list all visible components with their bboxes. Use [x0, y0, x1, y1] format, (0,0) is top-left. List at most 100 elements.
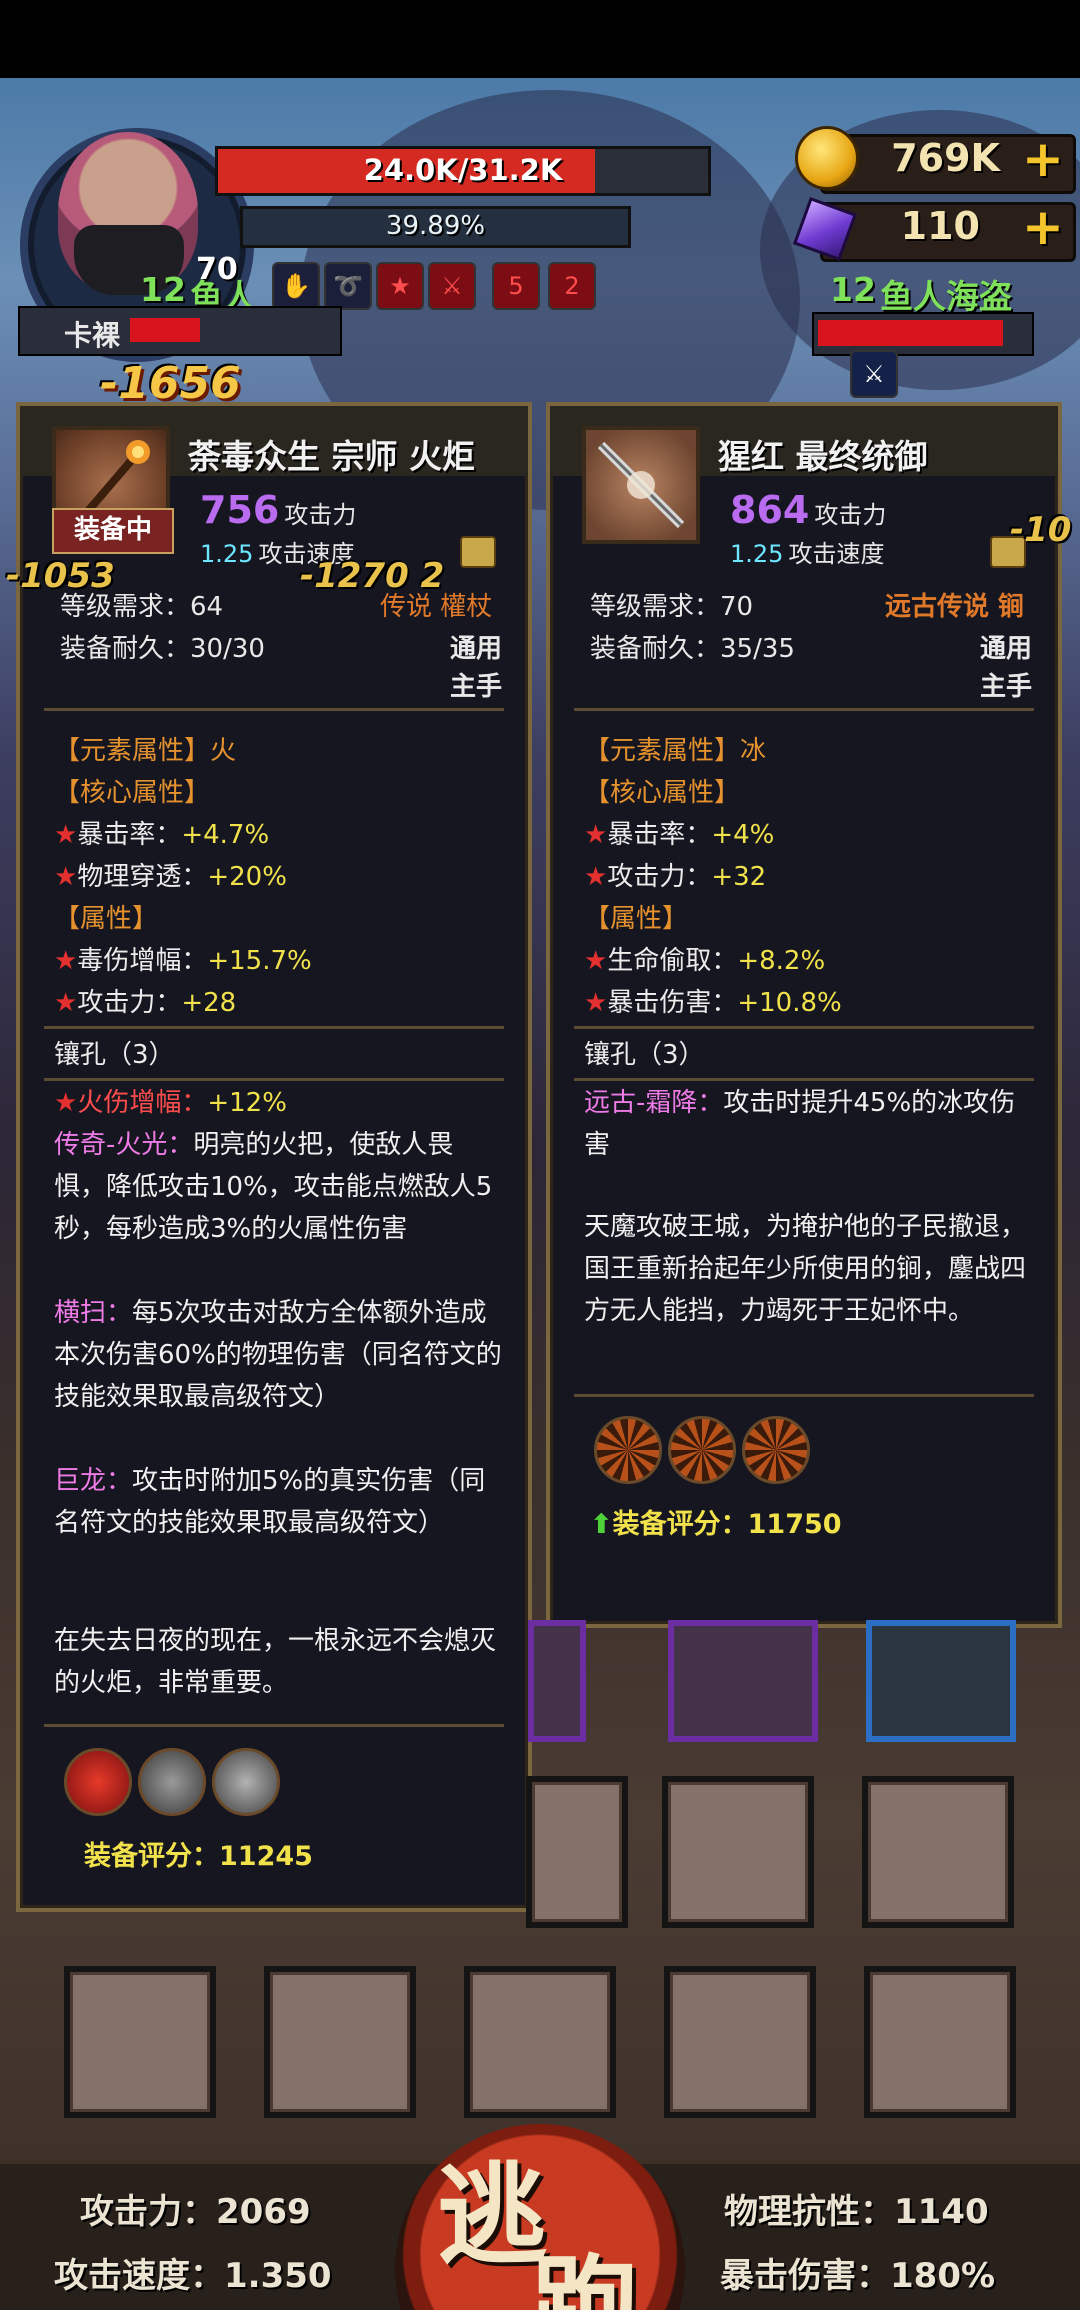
enemy-hp-fill — [818, 320, 1004, 346]
attack-stat: 864 攻击力 — [730, 488, 886, 532]
attributes-list: 【元素属性】火 【核心属性】 ★暴击率：+4.7% ★物理穿透：+20% 【属性… — [54, 730, 514, 1024]
add-gems-button[interactable]: + — [1022, 202, 1064, 252]
attr-header: 【属性】 — [54, 904, 159, 934]
level-req-value: 64 — [190, 592, 224, 622]
enemy-label: 卡裸 — [64, 319, 121, 352]
divider — [574, 1026, 1034, 1029]
item-score: ⬆装备评分：11750 — [590, 1502, 842, 1541]
durability-value: 35/35 — [720, 634, 795, 664]
element-attribute: 【元素属性】冰 — [584, 736, 767, 766]
hand-down-icon[interactable]: ✋ — [272, 262, 320, 310]
star-icon: ★ — [584, 988, 608, 1018]
score-label: 装备评分： — [612, 1509, 748, 1540]
stat-phys-res: 物理抗性：1140 — [724, 2184, 989, 2233]
core-attr-2: ★攻击力：+32 — [584, 856, 1044, 898]
hit-2-icon[interactable]: 2 — [548, 262, 596, 310]
rune-empty-icon[interactable] — [594, 1416, 662, 1484]
swirl-icon[interactable]: ➰ — [324, 262, 372, 310]
attr-1: ★生命偷取：+8.2% — [584, 940, 1044, 982]
attr-value: +4% — [711, 820, 775, 850]
attr-value: +12% — [207, 1088, 287, 1118]
level-req-value: 70 — [720, 592, 754, 622]
skill-1: 远古-霜降：攻击时提升45%的冰攻伤害 — [584, 1082, 1034, 1166]
star-icon: ★ — [54, 988, 78, 1018]
attr-label: 生命偷取： — [607, 946, 738, 976]
usage-label: 通用 — [980, 634, 1033, 664]
equipped-slot[interactable] — [866, 1620, 1016, 1742]
inventory-slot[interactable] — [464, 1966, 616, 2118]
right-item-card[interactable]: 猩红 最终统御 864 攻击力 1.25 攻击速度 -10 等级需求：70 远古… — [546, 402, 1071, 1628]
durability: 装备耐久：30/30 — [60, 628, 265, 665]
left-item-card[interactable]: 荼毒众生 宗师 火炬 装备中 756 攻击力 1.25 攻击速度 -1053 -… — [6, 402, 532, 1912]
score-value: 11750 — [747, 1509, 842, 1540]
attr-label: 暴击率： — [77, 820, 182, 850]
attr-2: ★攻击力：+28 — [54, 982, 514, 1024]
socket-label: 镶孔（3） — [584, 1040, 705, 1070]
level-requirement: 等级需求：70 — [590, 586, 753, 623]
attr-1: ★毒伤增幅：+15.7% — [54, 940, 514, 982]
inventory-slot[interactable] — [664, 1966, 816, 2118]
divider — [44, 708, 504, 711]
element-attribute: 【元素属性】火 — [54, 736, 237, 766]
speed-stat: 1.25 攻击速度 — [730, 534, 885, 569]
inventory-slot[interactable] — [864, 1966, 1016, 2118]
attr-label: 物理穿透： — [77, 862, 208, 892]
attr-value: +15.7% — [207, 946, 312, 976]
blade-5-icon[interactable]: 5 — [492, 262, 540, 310]
attributes-list: 【元素属性】冰 【核心属性】 ★暴击率：+4% ★攻击力：+32 【属性】 ★生… — [584, 730, 1044, 1024]
attr-value: +8.2% — [737, 946, 826, 976]
divider — [574, 1078, 1034, 1081]
durability-label: 装备耐久： — [590, 634, 721, 664]
attack-stat: 756 攻击力 — [200, 488, 356, 532]
item-title: 猩红 最终统御 — [718, 437, 928, 476]
flee-char-2: 跑 — [531, 2244, 641, 2310]
inventory-slot[interactable] — [662, 1776, 814, 1928]
skill-2: 横扫：每5次攻击对敌方全体额外造成本次伤害60%的物理伤害（同名符文的技能效果取… — [54, 1292, 504, 1418]
equipped-slot[interactable] — [668, 1620, 818, 1742]
rune-empty-icon[interactable] — [742, 1416, 810, 1484]
stat-crit-dmg: 暴击伤害：180% — [720, 2248, 995, 2297]
sword-up-icon[interactable]: ⚔ — [428, 262, 476, 310]
score-value: 11245 — [219, 1841, 313, 1872]
inventory-slot[interactable] — [264, 1966, 416, 2118]
socket-attr-1: ★火伤增幅：+12% — [54, 1082, 287, 1124]
lock-icon[interactable] — [460, 536, 496, 568]
rune-fire-icon[interactable] — [64, 1748, 132, 1816]
inventory-slot[interactable] — [862, 1776, 1014, 1928]
add-gold-button[interactable]: + — [1022, 134, 1064, 184]
star-icon: ★ — [54, 1088, 78, 1118]
attr-header: 【属性】 — [584, 904, 689, 934]
rarity-label: 远古传说 锏 — [885, 592, 1025, 622]
skill-name: 巨龙： — [54, 1466, 133, 1496]
attr-label: 暴击伤害： — [607, 988, 738, 1018]
star-icon: ★ — [584, 820, 608, 850]
skill-name: 横扫： — [54, 1298, 133, 1328]
attr-label: 暴击率： — [607, 820, 712, 850]
skill-name: 传奇-火光： — [54, 1130, 194, 1160]
attr-label: 毒伤增幅： — [77, 946, 208, 976]
rune-sweep-icon[interactable] — [138, 1748, 206, 1816]
stat-label: 攻击力： — [80, 2192, 216, 2232]
game-screen: 24.0K/31.2K 39.89% 769K + 110 + 70 12 鱼人… — [0, 0, 1080, 2310]
damage-float-text: -10 — [1010, 510, 1072, 550]
item-lore: 天魔攻破王城，为掩护他的子民撤退，国王重新拾起年少所使用的锏，鏖战四方无人能挡，… — [584, 1212, 1027, 1326]
attr-value: +20% — [207, 862, 287, 892]
socket-label: 镶孔（3） — [54, 1040, 175, 1070]
speed-value: 1.25 — [200, 540, 254, 568]
enemy-debuff-icon[interactable]: ⚔ — [850, 350, 898, 398]
star-up-icon[interactable]: ★ — [376, 262, 424, 310]
star-icon: ★ — [54, 946, 78, 976]
stat-attack: 攻击力：2069 — [80, 2184, 311, 2233]
rune-dragon-icon[interactable] — [212, 1748, 280, 1816]
inventory-slot[interactable] — [526, 1776, 628, 1928]
attr-value: +4.7% — [181, 820, 270, 850]
speed-label: 攻击速度 — [788, 540, 885, 568]
rune-empty-icon[interactable] — [668, 1416, 736, 1484]
hp-bar: 24.0K/31.2K — [215, 146, 711, 196]
score-label: 装备评分： — [84, 1841, 219, 1872]
inventory-slot[interactable] — [64, 1966, 216, 2118]
slot-label: 主手 — [450, 672, 503, 702]
durability-value: 30/30 — [190, 634, 265, 664]
equipped-slot[interactable] — [528, 1620, 586, 1742]
enemy-hp-fill-left — [130, 318, 200, 342]
